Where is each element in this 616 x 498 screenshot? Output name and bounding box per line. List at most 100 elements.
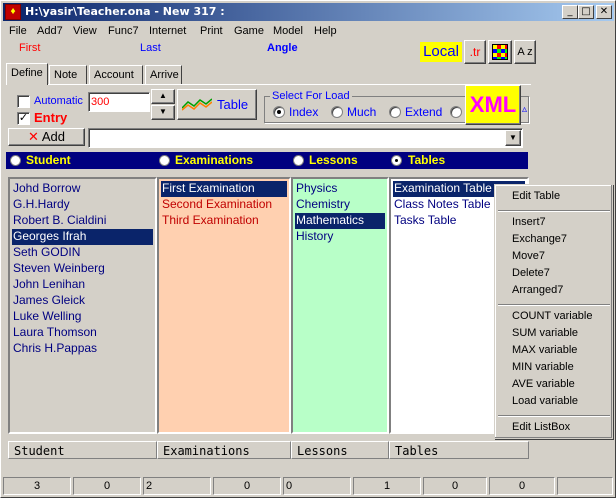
student-listbox[interactable]: Johd Borrow G.H.Hardy Robert B. Cialdini Ge… <box>8 177 157 434</box>
add-button[interactable]: ✕ Add <box>8 128 85 146</box>
column-header-student[interactable]: Student <box>8 441 157 459</box>
radio-lessons[interactable] <box>293 155 304 166</box>
angle-label: Angle <box>267 42 298 54</box>
menu-file[interactable]: File <box>9 25 27 37</box>
menu-game[interactable]: Game <box>234 25 264 37</box>
table-button-label: Table <box>217 97 249 112</box>
student-list-item[interactable]: Seth GODIN <box>12 245 153 261</box>
context-menu-item[interactable]: SUM variable <box>512 327 578 339</box>
context-menu-item[interactable]: Edit ListBox <box>512 421 570 433</box>
section-examinations-label: Examinations <box>175 153 254 167</box>
student-list-item[interactable]: Johd Borrow <box>12 181 153 197</box>
last-label: Last <box>140 42 161 54</box>
section-lessons-label: Lessons <box>309 153 358 167</box>
context-menu-item[interactable]: MAX variable <box>512 344 577 356</box>
close-button[interactable]: ✕ <box>596 5 612 19</box>
sort-az-button[interactable]: A z <box>514 40 536 64</box>
context-menu-item[interactable]: Load variable <box>512 395 578 407</box>
context-menu-item[interactable]: Delete7 <box>512 267 550 279</box>
number-input[interactable] <box>88 92 150 112</box>
examination-list-item[interactable]: Second Examination <box>161 197 287 213</box>
tab-define[interactable]: Define <box>6 63 48 85</box>
radio-much[interactable] <box>331 106 343 118</box>
menu-func7[interactable]: Func7 <box>108 25 139 37</box>
examination-list-item[interactable]: First Examination <box>161 181 287 197</box>
maximize-button[interactable]: □ <box>578 5 594 19</box>
column-header-lessons[interactable]: Lessons <box>291 441 389 459</box>
xml-button[interactable]: XML <box>465 85 521 125</box>
context-menu-item[interactable]: Insert7 <box>512 216 546 228</box>
context-menu-item[interactable]: COUNT variable <box>512 310 593 322</box>
delta-icon: ▵ <box>522 104 528 115</box>
main-combobox[interactable]: ▼ <box>88 128 523 148</box>
spin-up-button[interactable]: ▲ <box>151 89 175 104</box>
status-cell-8: 0 <box>489 477 555 495</box>
radio-index[interactable] <box>273 106 285 118</box>
context-menu-item[interactable]: Edit Table <box>512 190 560 202</box>
table-button[interactable]: Table <box>177 89 257 120</box>
status-cell-7: 0 <box>423 477 487 495</box>
local-button[interactable]: Local <box>420 42 462 62</box>
automatic-checkbox[interactable] <box>17 95 30 108</box>
student-list-item[interactable]: G.H.Hardy <box>12 197 153 213</box>
column-header-tables[interactable]: Tables <box>389 441 529 459</box>
radio-extend[interactable] <box>389 106 401 118</box>
student-list-item[interactable]: John Lenihan <box>12 277 153 293</box>
automatic-label: Automatic <box>34 95 83 107</box>
app-icon[interactable]: ♦ <box>5 4 21 20</box>
student-list-item[interactable]: Georges Ifrah <box>12 229 153 245</box>
menu-print[interactable]: Print <box>200 25 223 37</box>
title-bar[interactable]: ♦ H:\yasir\Teacher.ona - New 317 : _ □ ✕ <box>3 3 614 21</box>
status-cell-1: 3 <box>3 477 71 495</box>
add-button-label: Add <box>41 129 65 144</box>
tab-arrive[interactable]: Arrive <box>145 65 182 84</box>
lesson-list-item[interactable]: Mathematics <box>295 213 385 229</box>
radio-index-label: Index <box>289 105 319 119</box>
radio-fourth[interactable] <box>450 106 462 118</box>
menu-model[interactable]: Model <box>273 25 303 37</box>
menu-internet[interactable]: Internet <box>149 25 186 37</box>
chevron-down-icon[interactable]: ▼ <box>505 130 521 146</box>
student-list-item[interactable]: Robert B. Cialdini <box>12 213 153 229</box>
status-cell-6: 1 <box>353 477 421 495</box>
entry-label: Entry <box>34 110 68 125</box>
radio-tables[interactable] <box>391 155 402 166</box>
student-list-item[interactable]: Steven Weinberg <box>12 261 153 277</box>
examinations-listbox[interactable]: First Examination Second Examination Third… <box>157 177 291 434</box>
color-grid-button[interactable] <box>488 40 512 64</box>
column-header-examinations[interactable]: Examinations <box>157 441 291 459</box>
context-menu-item[interactable]: MIN variable <box>512 361 574 373</box>
load-group-title: Select For Load <box>270 90 352 102</box>
section-student-label: Student <box>26 153 71 167</box>
tab-note[interactable]: Note <box>49 65 87 84</box>
spin-down-button[interactable]: ▼ <box>151 105 175 120</box>
context-menu-item[interactable]: Move7 <box>512 250 545 262</box>
student-list-item[interactable]: Laura Thomson <box>12 325 153 341</box>
radio-student[interactable] <box>10 155 21 166</box>
lesson-list-item[interactable]: History <box>295 229 385 245</box>
color-grid-icon <box>492 44 508 60</box>
lesson-list-item[interactable]: Physics <box>295 181 385 197</box>
examination-list-item[interactable]: Third Examination <box>161 213 287 229</box>
context-menu-item[interactable]: Exchange7 <box>512 233 567 245</box>
lesson-list-item[interactable]: Chemistry <box>295 197 385 213</box>
menu-help[interactable]: Help <box>314 25 337 37</box>
app-window: ♦ H:\yasir\Teacher.ona - New 317 : _ □ ✕… <box>0 0 616 498</box>
entry-checkbox[interactable]: ✓ <box>17 112 30 125</box>
student-list-item[interactable]: James Gleick <box>12 293 153 309</box>
radio-examinations[interactable] <box>159 155 170 166</box>
context-menu-separator <box>498 304 610 306</box>
tr-button[interactable]: .tr <box>464 40 486 64</box>
menu-view[interactable]: View <box>73 25 97 37</box>
context-menu-item[interactable]: AVE variable <box>512 378 575 390</box>
menu-add7[interactable]: Add7 <box>37 25 63 37</box>
tab-account[interactable]: Account <box>89 65 143 84</box>
window-title: H:\yasir\Teacher.ona - New 317 : <box>25 5 225 18</box>
context-menu-separator <box>498 415 610 417</box>
student-list-item[interactable]: Luke Welling <box>12 309 153 325</box>
lessons-listbox[interactable]: Physics Chemistry Mathematics History <box>291 177 389 434</box>
minimize-button[interactable]: _ <box>562 5 578 19</box>
student-list-item[interactable]: Chris H.Pappas <box>12 341 153 357</box>
context-menu-item[interactable]: Arranged7 <box>512 284 563 296</box>
status-cell-4: 0 <box>213 477 281 495</box>
